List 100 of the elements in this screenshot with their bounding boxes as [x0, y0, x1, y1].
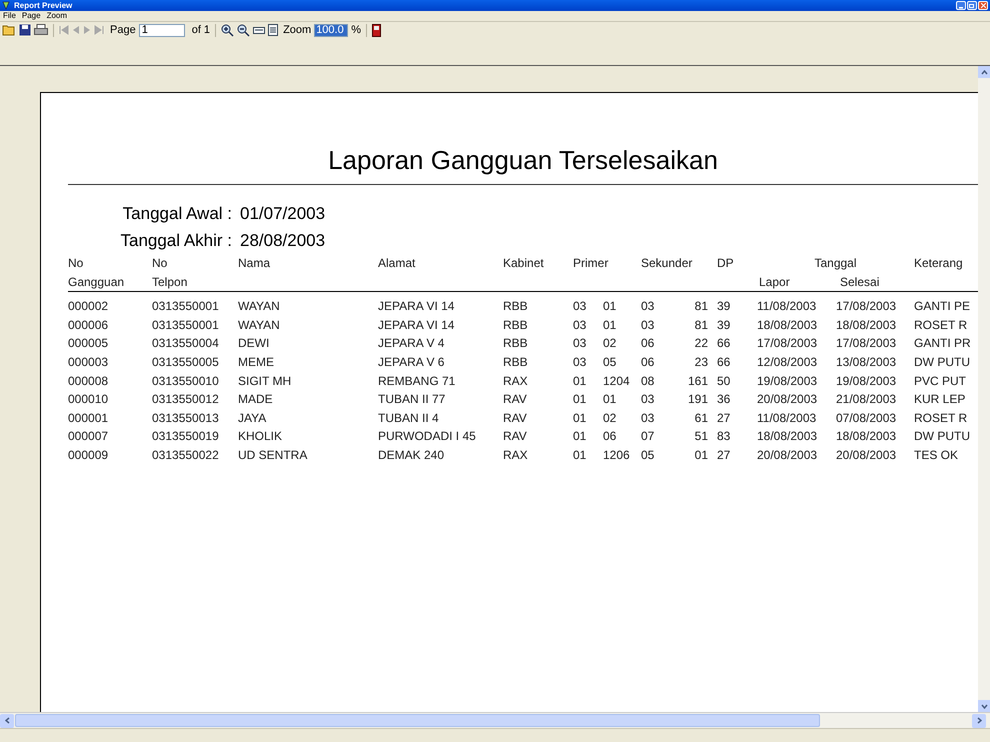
table-cell-text: MADE	[238, 391, 274, 408]
zoom-field[interactable]: 100.0	[314, 24, 348, 36]
column-header: Tanggal	[813, 255, 858, 272]
zoom-out-icon[interactable]	[237, 24, 250, 36]
table-cell-text: 0313550022	[152, 446, 220, 464]
table-cell-text: TUBAN II 4	[378, 410, 440, 427]
table-cell-text: 11/08/2003	[757, 410, 818, 427]
column-header: No	[68, 255, 84, 272]
scroll-thumb[interactable]	[15, 714, 820, 727]
table-cell-text: 83	[717, 428, 732, 446]
table-cell-text: 20/08/2003	[757, 391, 818, 408]
table-cell-text: 01	[573, 446, 588, 464]
open-folder-icon[interactable]	[2, 24, 16, 36]
table-cell-text: 03	[641, 316, 656, 334]
table-cell-text: 02	[603, 335, 618, 352]
table-cell-text: 01	[573, 428, 588, 446]
page-label: Page	[110, 22, 136, 38]
table-cell-text: REMBANG 71	[378, 372, 456, 390]
column-header: Primer	[573, 255, 610, 272]
right-chevron-icon	[976, 717, 982, 724]
table-cell-text: 13/08/2003	[836, 354, 898, 371]
column-header: Kabinet	[503, 255, 545, 272]
menu-item[interactable]: Zoom	[46, 12, 68, 20]
table-cell-text: 66	[717, 354, 732, 371]
table-cell-text: 19/08/2003	[836, 372, 898, 390]
table-cell-text: 01	[603, 391, 618, 408]
table-cell-text: 000008	[68, 372, 110, 390]
table-cell-text: WAYAN	[238, 298, 281, 316]
scroll-up-button[interactable]	[978, 66, 990, 78]
table-cell-text: 02	[603, 410, 618, 427]
table-cell-text: 05	[641, 446, 656, 464]
table-cell-text: 66	[717, 335, 732, 352]
table-cell-text: 000005	[68, 335, 110, 352]
save-icon[interactable]	[19, 24, 31, 36]
table-cell-text: 06	[641, 354, 656, 371]
vertical-scrollbar[interactable]	[978, 66, 990, 712]
scroll-left-button[interactable]	[0, 714, 14, 728]
scroll-right-button[interactable]	[972, 714, 986, 728]
table-cell-text: RAV	[503, 410, 528, 427]
table-cell-text: 20/08/2003	[836, 446, 898, 464]
filter-value: 28/08/2003	[239, 231, 326, 251]
column-header: Gangguan	[68, 274, 126, 291]
report-title: Laporan Gangguan Terselesaikan	[327, 145, 719, 175]
table-cell-text: RAX	[503, 372, 529, 390]
table-cell-text: 39	[717, 298, 732, 316]
column-header: Telpon	[152, 274, 188, 291]
table-cell-text: 27	[717, 410, 732, 427]
table-cell-text: 0313550005	[152, 354, 220, 371]
column-header: Alamat	[378, 255, 416, 272]
table-cell-text: RAV	[503, 391, 528, 408]
column-header: Sekunder	[641, 255, 694, 272]
table-cell-text: JEPARA VI 14	[378, 316, 456, 334]
horizontal-scrollbar[interactable]	[0, 712, 990, 728]
table-cell-text: 06	[641, 335, 656, 352]
restore-button[interactable]	[967, 1, 977, 10]
table-cell-text: 1204	[603, 372, 631, 390]
page-number-field[interactable]: 1	[138, 24, 185, 36]
menu-item[interactable]: File	[3, 12, 16, 20]
table-cell-text: 27	[717, 446, 732, 464]
table-cell-text: JEPARA V 4	[378, 335, 446, 352]
restore-icon	[969, 3, 975, 8]
table-cell-text: RBB	[503, 354, 529, 371]
table-cell-text: 07	[641, 428, 656, 446]
whole-page-icon[interactable]	[268, 24, 278, 36]
table-cell-text: 11/08/2003	[757, 298, 818, 316]
up-chevron-icon	[980, 70, 988, 74]
zoom-label: Zoom	[283, 22, 312, 38]
table-cell-text: 191	[686, 391, 709, 408]
table-cell-text: 0313550019	[152, 428, 220, 446]
menu-item[interactable]: Page	[22, 12, 41, 20]
printer-icon[interactable]	[34, 24, 48, 36]
column-header: Keterang	[914, 255, 964, 272]
table-cell-text: 000003	[68, 354, 110, 371]
table-cell-text: 19/08/2003	[757, 372, 818, 390]
left-chevron-icon	[4, 717, 10, 724]
table-cell-text: 000010	[68, 391, 110, 408]
column-header: DP	[717, 255, 735, 272]
table-cell-text: UD SENTRA	[238, 446, 308, 464]
table-cell-text: 01	[694, 446, 709, 464]
close-button[interactable]	[978, 1, 988, 10]
table-cell-text: 0313550004	[152, 335, 220, 352]
column-header: Lapor	[758, 274, 791, 291]
scroll-down-button[interactable]	[978, 700, 990, 712]
table-cell-text: 39	[717, 316, 732, 334]
table-cell-text: 18/08/2003	[757, 316, 818, 334]
column-header: No	[152, 255, 168, 272]
app-icon	[2, 1, 11, 10]
table-cell-text: 12/08/2003	[757, 354, 818, 371]
zoom-in-icon[interactable]	[221, 24, 234, 36]
table-cell-text: PVC PUT	[914, 372, 968, 390]
page-width-icon[interactable]	[253, 24, 266, 36]
filter-label: Tanggal Awal :	[122, 204, 233, 224]
table-cell-text: 23	[694, 354, 709, 371]
table-cell-text: 20/08/2003	[757, 446, 818, 464]
table-cell-text: 81	[694, 298, 709, 316]
table-cell-text: 0313550010	[152, 372, 220, 390]
exit-door-icon[interactable]	[372, 24, 381, 36]
minimize-button[interactable]	[956, 1, 966, 10]
table-cell-text: 161	[686, 372, 709, 390]
table-cell-text: SIGIT MH	[238, 372, 292, 390]
